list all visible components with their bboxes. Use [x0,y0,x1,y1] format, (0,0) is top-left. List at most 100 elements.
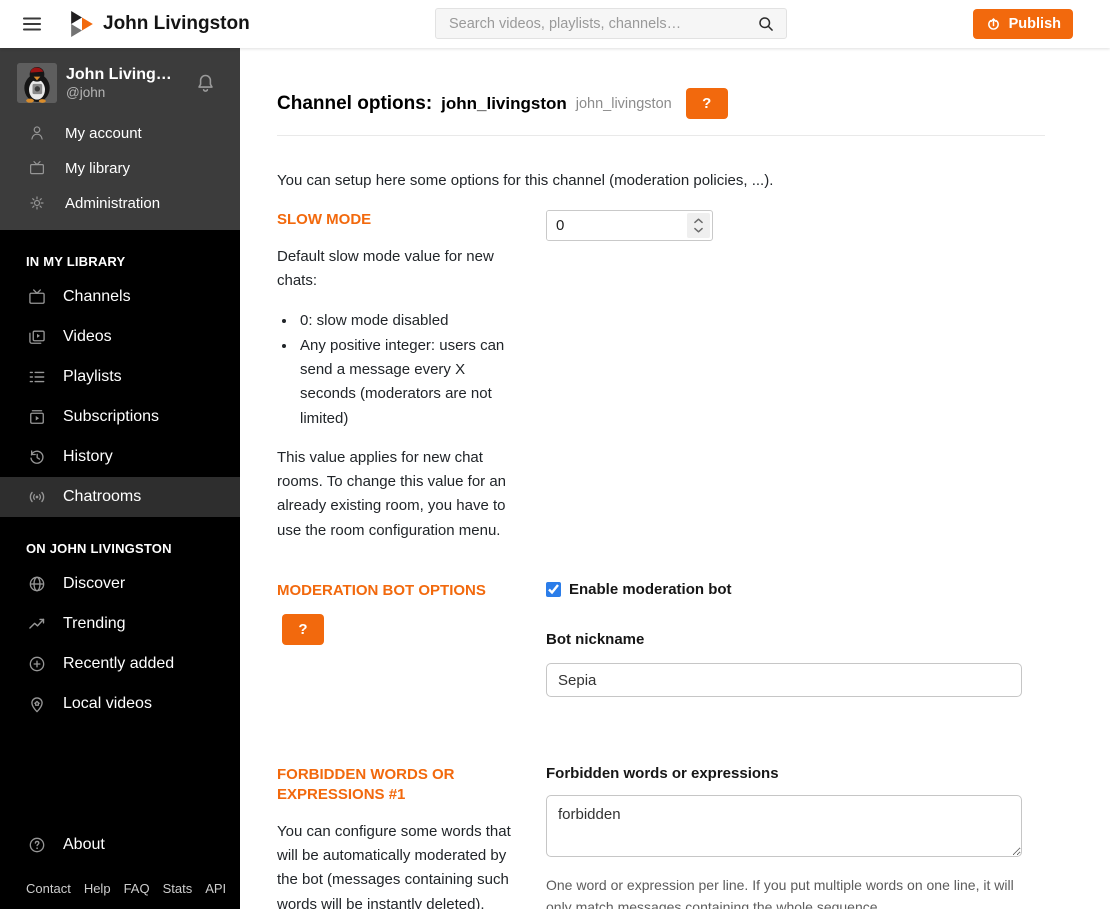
sidebar-item-label: Videos [63,328,112,345]
slow-mode-section: SLOW MODE Default slow mode value for ne… [277,210,1045,543]
enable-moderation-bot-label: Enable moderation bot [569,581,732,599]
bot-nickname-label: Bot nickname [546,631,645,649]
forbidden-words-label: FORBIDDEN WORDS OR EXPRESSIONS #1 [277,766,455,803]
slow-mode-bullets: 0: slow mode disabled Any positive integ… [297,309,512,430]
question-circle-icon [27,835,47,855]
notification-bell-icon[interactable] [193,71,218,96]
upload-icon [985,16,1002,33]
section-header-on-instance: ON JOHN LIVINGSTON [26,541,172,556]
sidebar-item-local-videos[interactable]: Local videos [0,684,240,724]
publish-button[interactable]: Publish [972,9,1073,39]
history-icon [27,447,47,467]
moderation-bot-label: MODERATION BOT OPTIONS [277,582,486,600]
tv-icon [27,287,47,307]
sidebar-item-subscriptions[interactable]: Subscriptions [0,397,240,437]
sidebar-item-label: Playlists [63,368,122,385]
slow-mode-label: SLOW MODE [277,211,372,228]
bot-nickname-input[interactable] [546,663,1022,698]
sidebar-item-channels[interactable]: Channels [0,277,240,317]
sidebar-item-my-library[interactable]: My library [0,151,240,186]
slow-mode-note: This value applies for new chat rooms. T… [277,448,507,539]
menu-icon[interactable] [20,12,44,36]
sidebar-item-administration[interactable]: Administration [0,186,240,221]
account-menu: My account My library Administration [0,116,240,221]
slow-mode-field [546,210,713,241]
forbidden-words-helper: One word or expression per line. If you … [546,877,1014,909]
sidebar-item-label: Subscriptions [63,408,160,425]
instance-title[interactable]: John Livingston [103,13,250,35]
intro-text: You can setup here some options for this… [277,172,774,189]
sidebar-item-trending[interactable]: Trending [0,604,240,644]
sidebar-item-label: My account [65,125,142,142]
sidebar-item-chatrooms[interactable]: Chatrooms [0,477,240,517]
footer-link-stats[interactable]: Stats [163,881,193,896]
gear-icon [28,194,48,214]
forbidden-words-field-label: Forbidden words or expressions [546,765,779,783]
page-title: Channel options: [277,92,433,114]
peertube-logo[interactable] [71,11,93,37]
user-icon [28,124,48,144]
subscriptions-icon [27,407,47,427]
channel-name: john_livingston [441,93,567,113]
section-header-in-my-library: IN MY LIBRARY [26,254,126,269]
sidebar-item-label: Trending [63,615,126,632]
search-icon[interactable] [756,14,776,34]
sidebar-item-playlists[interactable]: Playlists [0,357,240,397]
page-help-button[interactable]: ? [685,88,728,119]
footer-link-faq[interactable]: FAQ [124,881,150,896]
user-handle: @john [66,85,106,100]
trending-icon [27,614,47,634]
broadcast-icon [27,487,47,507]
plus-circle-icon [27,654,47,674]
sidebar-item-history[interactable]: History [0,437,240,477]
sidebar-item-videos[interactable]: Videos [0,317,240,357]
enable-bot-row: Enable moderation bot [546,581,1022,598]
forbidden-words-textarea[interactable]: forbidden [546,795,1022,858]
slow-mode-bullet: Any positive integer: users can send a m… [297,334,512,431]
footer-link-help[interactable]: Help [84,881,111,896]
sidebar-item-discover[interactable]: Discover [0,564,240,604]
sidebar-item-label: My library [65,160,131,177]
number-stepper[interactable] [687,213,710,238]
chevron-down-icon [694,227,703,233]
playlist-icon [27,367,47,387]
sidebar-item-about[interactable]: About [0,825,240,865]
videos-icon [27,327,47,347]
globe-icon [27,574,47,594]
slow-mode-description: Default slow mode value for new chats: [277,247,494,290]
sidebar: John Livingston @john My account My libr… [0,48,240,909]
slow-mode-input[interactable] [547,211,685,240]
forbidden-words-description: You can configure some words that will b… [277,822,511,909]
home-pin-icon [27,694,47,714]
sidebar-item-label: Discover [63,575,126,592]
sidebar-item-label: About [63,836,105,853]
page-title-row: Channel options: john_livingston john_li… [277,88,1045,136]
publish-label: Publish [1008,16,1061,32]
search-box [435,8,787,39]
avatar[interactable] [17,63,57,103]
slow-mode-bullet: 0: slow mode disabled [297,309,512,333]
top-bar: John Livingston Publish [0,0,1110,48]
sidebar-item-label: Local videos [63,695,152,712]
sidebar-item-my-account[interactable]: My account [0,116,240,151]
sidebar-item-recently-added[interactable]: Recently added [0,644,240,684]
footer-link-api[interactable]: API [205,881,226,896]
sidebar-footer: Contact Help FAQ Stats API [0,865,240,909]
sidebar-item-label: Channels [63,288,131,305]
moderation-bot-section: MODERATION BOT OPTIONS ? Enable moderati… [277,581,1045,698]
enable-moderation-bot-checkbox[interactable] [546,582,561,598]
sidebar-item-label: Chatrooms [63,488,142,505]
channel-handle: john_livingston [575,95,672,112]
chevron-up-icon [694,218,703,224]
sidebar-item-label: Recently added [63,655,175,672]
sidebar-item-label: History [63,448,113,465]
logged-in-user[interactable]: John Livingston @john [66,66,193,100]
main-content: Channel options: john_livingston john_li… [240,48,1110,909]
sidebar-item-label: Administration [65,195,161,212]
user-block: John Livingston @john My account My libr… [0,48,240,230]
forbidden-words-section: FORBIDDEN WORDS OR EXPRESSIONS #1 You ca… [277,765,1045,909]
search-input[interactable] [449,15,756,32]
moderation-bot-help-button[interactable]: ? [282,613,324,645]
footer-link-contact[interactable]: Contact [26,881,71,896]
